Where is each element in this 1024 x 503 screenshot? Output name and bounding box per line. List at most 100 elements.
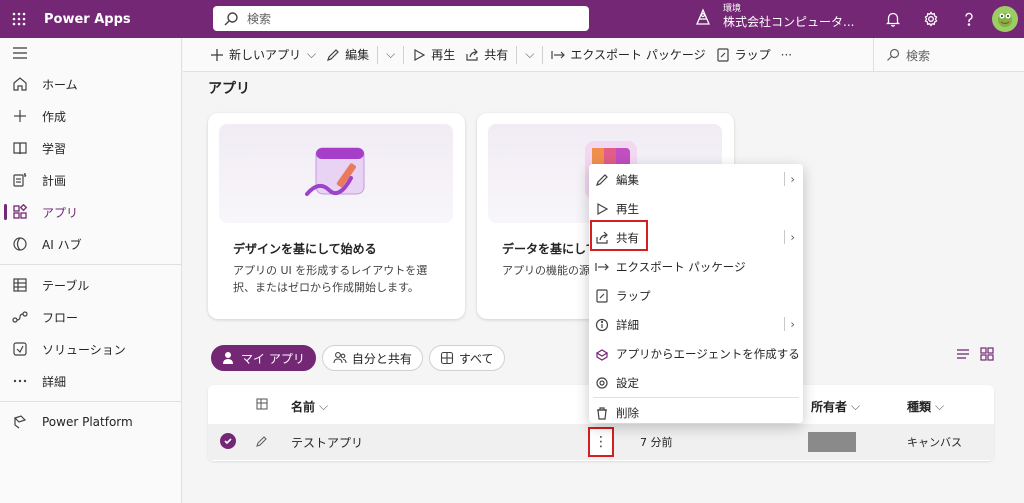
canvas-app-icon: [255, 435, 268, 451]
app-search-placeholder: 検索: [906, 48, 931, 63]
start-from-design-card[interactable]: デザインを基にして始める アプリの UI を形成するレイアウトを選択、またはゼロ…: [208, 113, 465, 319]
settings-icon[interactable]: [912, 0, 950, 38]
card-title: デザインを基にして始める: [233, 242, 377, 256]
apps-icon: [440, 351, 453, 365]
column-header-owner[interactable]: 所有者 ⌵: [811, 398, 860, 415]
nav-apps[interactable]: アプリ: [0, 196, 181, 228]
nav-plan[interactable]: 計画: [0, 164, 181, 196]
nav-power-platform[interactable]: Power Platform: [0, 406, 181, 438]
apps-icon: [13, 204, 28, 219]
nav-divider: [0, 401, 181, 402]
menu-item-wrap[interactable]: ラップ: [589, 281, 803, 310]
export-icon: [595, 262, 609, 271]
notifications-icon[interactable]: [874, 0, 912, 38]
nav-flows-label: フロー: [42, 310, 79, 325]
filter-all[interactable]: すべて: [428, 345, 505, 371]
app-title[interactable]: Power Apps: [44, 12, 131, 27]
command-divider: [403, 45, 405, 64]
new-app-label: 新しいアプリ: [229, 48, 302, 62]
settings-icon: [596, 376, 608, 389]
search-icon: [224, 11, 238, 25]
command-divider: [542, 45, 544, 64]
export-package-button[interactable]: エクスポート パッケージ: [546, 38, 710, 72]
menu-item-label: 削除: [616, 405, 639, 420]
nav-more[interactable]: 詳細: [0, 365, 181, 397]
menu-item-delete[interactable]: 削除: [589, 398, 803, 427]
menu-item-label: 再生: [616, 201, 639, 216]
solution-icon: [13, 342, 27, 356]
app-search-input[interactable]: 検索: [873, 38, 1024, 72]
column-header-name[interactable]: 名前 ⌵: [291, 398, 328, 415]
nav-more-label: 詳細: [42, 374, 67, 389]
share-button[interactable]: 共有: [460, 38, 513, 72]
share-label: 共有: [484, 48, 509, 62]
environment-picker[interactable]: 環境 株式会社コンピュータ...: [693, 4, 854, 30]
agent-icon: [595, 348, 609, 361]
nav-solutions[interactable]: ソリューション: [0, 333, 181, 365]
wrap-icon: [596, 288, 608, 303]
play-button[interactable]: 再生: [407, 38, 460, 72]
nav-home[interactable]: ホーム: [0, 68, 181, 100]
share-dropdown-button[interactable]: ⌵: [520, 38, 539, 72]
chevron-down-icon: ⌵: [851, 399, 861, 413]
row-selected-checkmark-icon[interactable]: [220, 433, 236, 449]
nav-plan-label: 計画: [42, 173, 67, 188]
edit-button[interactable]: 編集: [321, 38, 374, 72]
nav-divider: [0, 264, 181, 265]
menu-item-label: ラップ: [616, 288, 651, 303]
filter-shared-with-me[interactable]: 自分と共有: [321, 345, 423, 371]
menu-item-play[interactable]: 再生: [589, 194, 803, 223]
wrap-icon: [717, 47, 729, 62]
nav-ai-hub[interactable]: AI ハブ: [0, 228, 181, 260]
table-icon: [13, 278, 27, 292]
menu-item-settings[interactable]: 設定: [589, 368, 803, 397]
menu-item-edit[interactable]: 編集 ›: [589, 165, 803, 194]
more-commands-label: ···: [780, 47, 793, 62]
card-description: アプリの UI を形成するレイアウトを選択、またはゼロから作成開始します。: [233, 264, 428, 294]
new-app-button[interactable]: 新しいアプリ ⌵: [205, 38, 321, 72]
plus-icon: [211, 48, 223, 61]
nav-learn[interactable]: 学習: [0, 132, 181, 164]
menu-item-details[interactable]: 詳細 ›: [589, 310, 803, 339]
list-view-icon[interactable]: [956, 347, 970, 364]
owner-redacted: [808, 432, 856, 452]
export-package-label: エクスポート パッケージ: [570, 48, 706, 62]
nav-flows[interactable]: フロー: [0, 301, 181, 333]
app-name-link[interactable]: テストアプリ: [291, 434, 363, 451]
plan-icon: [13, 173, 27, 187]
chevron-right-icon: ›: [784, 317, 795, 331]
column-header-type[interactable]: 種類 ⌵: [907, 398, 944, 415]
edit-dropdown-button[interactable]: ⌵: [381, 38, 400, 72]
people-icon: [333, 352, 347, 364]
wrap-button[interactable]: ラップ: [711, 38, 776, 72]
edit-icon: [596, 173, 608, 186]
app-context-menu: 編集 › 再生 共有 › エクスポート パッケージ ラップ 詳細 › アプリから…: [589, 164, 803, 423]
filter-my-apps[interactable]: マイ アプリ: [211, 345, 316, 371]
more-commands-button[interactable]: ···: [776, 38, 797, 72]
menu-item-create-agent[interactable]: アプリからエージェントを作成する: [589, 339, 803, 368]
flow-icon: [12, 311, 28, 323]
app-launcher-icon[interactable]: [0, 0, 38, 38]
help-icon[interactable]: [950, 0, 988, 38]
environment-name: 株式会社コンピュータ...: [723, 15, 855, 29]
environment-icon: [696, 8, 710, 25]
chevron-down-icon: ⌵: [319, 399, 329, 413]
table-row[interactable]: テストアプリ ⋮ 7 分前 キャンバス: [208, 424, 994, 460]
search-icon: [887, 48, 900, 61]
row-more-options-button[interactable]: ⋮: [588, 427, 614, 457]
play-icon: [414, 48, 426, 61]
column-type-label: 種類: [907, 400, 932, 414]
nav-tables[interactable]: テーブル: [0, 269, 181, 301]
hamburger-menu-icon[interactable]: [0, 38, 181, 68]
nav-create[interactable]: 作成: [0, 100, 181, 132]
user-avatar[interactable]: [992, 6, 1018, 32]
filter-shared-label: 自分と共有: [351, 351, 412, 366]
nav-ai-hub-label: AI ハブ: [42, 237, 82, 252]
top-bar: Power Apps 検索 環境 株式会社コンピュータ...: [0, 0, 1024, 38]
nav-solutions-label: ソリューション: [42, 342, 126, 357]
grid-view-icon[interactable]: [980, 347, 994, 364]
menu-item-export-package[interactable]: エクスポート パッケージ: [589, 252, 803, 281]
nav-home-label: ホーム: [42, 77, 78, 92]
global-search-input[interactable]: 検索: [213, 6, 589, 31]
menu-item-label: 詳細: [616, 317, 639, 332]
